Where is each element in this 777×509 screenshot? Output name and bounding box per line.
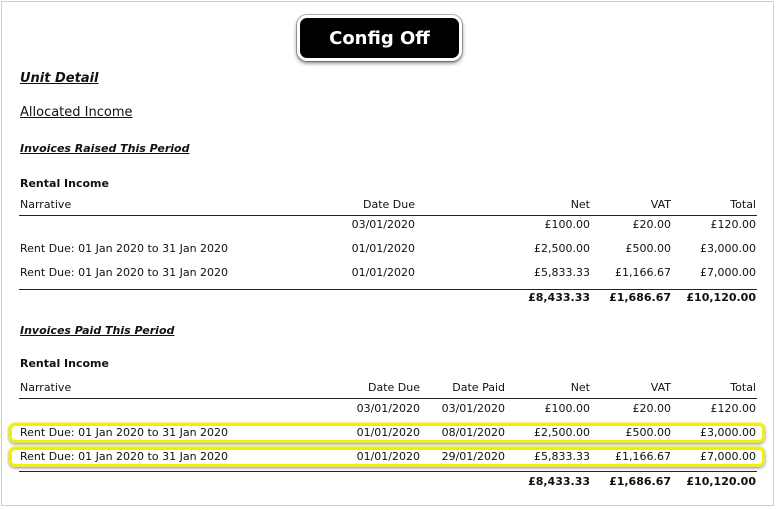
raised-group-label: Rental Income xyxy=(20,177,109,190)
unit-detail-heading: Unit Detail xyxy=(20,71,99,86)
raised-row-2-net: £5,833.33 xyxy=(534,266,590,279)
raised-col-net: Net xyxy=(570,198,590,211)
paid-row-2-vat: £1,166.67 xyxy=(615,450,671,463)
paid-row-0-vat: £20.00 xyxy=(632,402,672,415)
paid-row-0-date-due: 03/01/2020 xyxy=(356,402,420,415)
raised-row-1-total: £3,000.00 xyxy=(700,242,756,255)
paid-row-2-date-due: 01/01/2020 xyxy=(356,450,420,463)
invoices-raised-heading: Invoices Raised This Period xyxy=(20,142,190,155)
paid-total-vat: £1,686.67 xyxy=(609,475,671,488)
config-badge: Config Off xyxy=(297,15,462,61)
raised-row-0-net: £100.00 xyxy=(544,218,591,231)
paid-col-total: Total xyxy=(730,381,756,394)
paid-row-2-net: £5,833.33 xyxy=(534,450,590,463)
paid-row-1-net: £2,500.00 xyxy=(534,426,590,439)
paid-row-1-narrative: Rent Due: 01 Jan 2020 to 31 Jan 2020 xyxy=(20,426,229,439)
invoices-paid-heading: Invoices Paid This Period xyxy=(20,324,175,337)
paid-row-1-vat: £500.00 xyxy=(625,426,672,439)
raised-row-2-total: £7,000.00 xyxy=(700,266,756,279)
raised-col-total: Total xyxy=(730,198,756,211)
raised-row-1-narrative: Rent Due: 01 Jan 2020 to 31 Jan 2020 xyxy=(20,242,229,255)
paid-header-rule xyxy=(19,398,757,399)
paid-total-net: £8,433.33 xyxy=(528,475,590,488)
raised-row-0-date-due: 03/01/2020 xyxy=(351,218,415,231)
raised-col-narrative: Narrative xyxy=(20,198,72,211)
paid-row-0-total: £120.00 xyxy=(710,402,757,415)
raised-total-net: £8,433.33 xyxy=(528,291,590,304)
paid-row-2-total: £7,000.00 xyxy=(700,450,756,463)
raised-row-0-total: £120.00 xyxy=(710,218,757,231)
paid-col-narrative: Narrative xyxy=(20,381,72,394)
paid-col-date-due: Date Due xyxy=(368,381,420,394)
paid-col-vat: VAT xyxy=(650,381,671,394)
paid-row-1-date-due: 01/01/2020 xyxy=(356,426,420,439)
raised-row-2-narrative: Rent Due: 01 Jan 2020 to 31 Jan 2020 xyxy=(20,266,229,279)
raised-col-date-due: Date Due xyxy=(363,198,415,211)
raised-total-vat: £1,686.67 xyxy=(609,291,671,304)
raised-row-2-vat: £1,166.67 xyxy=(615,266,671,279)
allocated-income-heading: Allocated Income xyxy=(20,105,133,120)
raised-row-2-date-due: 01/01/2020 xyxy=(351,266,415,279)
raised-row-0-vat: £20.00 xyxy=(632,218,672,231)
raised-header-rule xyxy=(19,215,757,216)
paid-group-label: Rental Income xyxy=(20,357,109,370)
raised-totals-rule xyxy=(19,289,757,290)
paid-row-1-total: £3,000.00 xyxy=(700,426,756,439)
paid-col-net: Net xyxy=(570,381,590,394)
paid-row-2-narrative: Rent Due: 01 Jan 2020 to 31 Jan 2020 xyxy=(20,450,229,463)
paid-row-0-net: £100.00 xyxy=(544,402,591,415)
raised-col-vat: VAT xyxy=(650,198,671,211)
raised-row-1-vat: £500.00 xyxy=(625,242,672,255)
raised-total-total: £10,120.00 xyxy=(686,291,756,304)
raised-row-1-date-due: 01/01/2020 xyxy=(351,242,415,255)
raised-row-1-net: £2,500.00 xyxy=(534,242,590,255)
paid-totals-rule xyxy=(19,471,757,472)
paid-total-total: £10,120.00 xyxy=(686,475,756,488)
